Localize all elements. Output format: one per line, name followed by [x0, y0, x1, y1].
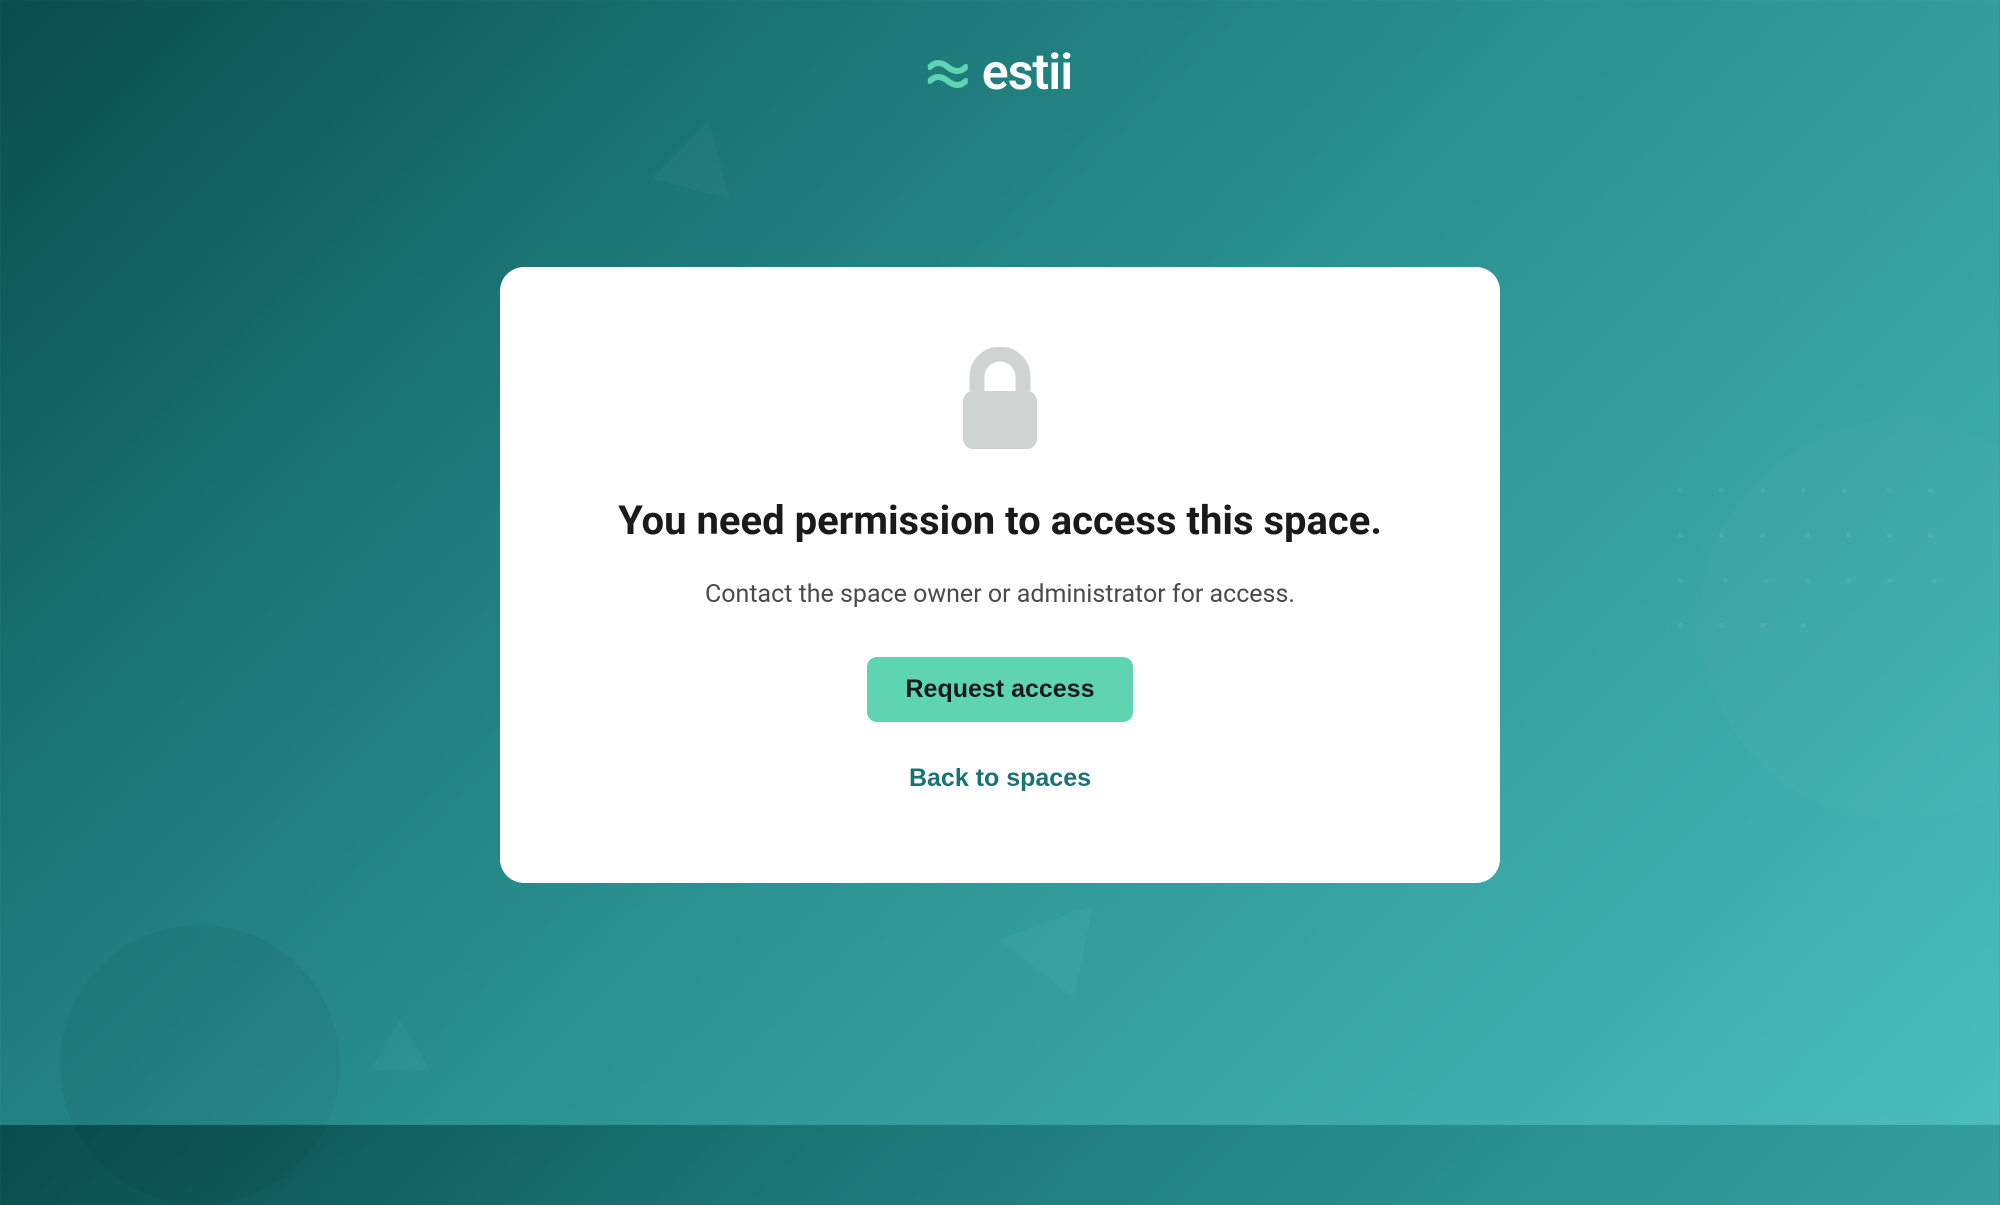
background-decoration	[652, 111, 747, 199]
request-access-button[interactable]: Request access	[867, 657, 1132, 722]
back-to-spaces-link[interactable]: Back to spaces	[909, 764, 1091, 793]
background-decoration	[999, 905, 1120, 1014]
approx-icon	[928, 57, 968, 89]
permission-subtext: Contact the space owner or administrator…	[705, 580, 1295, 609]
lock-icon	[955, 347, 1045, 453]
background-decoration	[370, 1020, 430, 1070]
brand-name: estii	[982, 44, 1072, 102]
brand-logo: estii	[928, 44, 1072, 102]
permission-card: You need permission to access this space…	[500, 267, 1500, 883]
permission-heading: You need permission to access this space…	[618, 497, 1382, 544]
background-decoration	[60, 925, 340, 1205]
background-decoration	[1660, 470, 1960, 770]
